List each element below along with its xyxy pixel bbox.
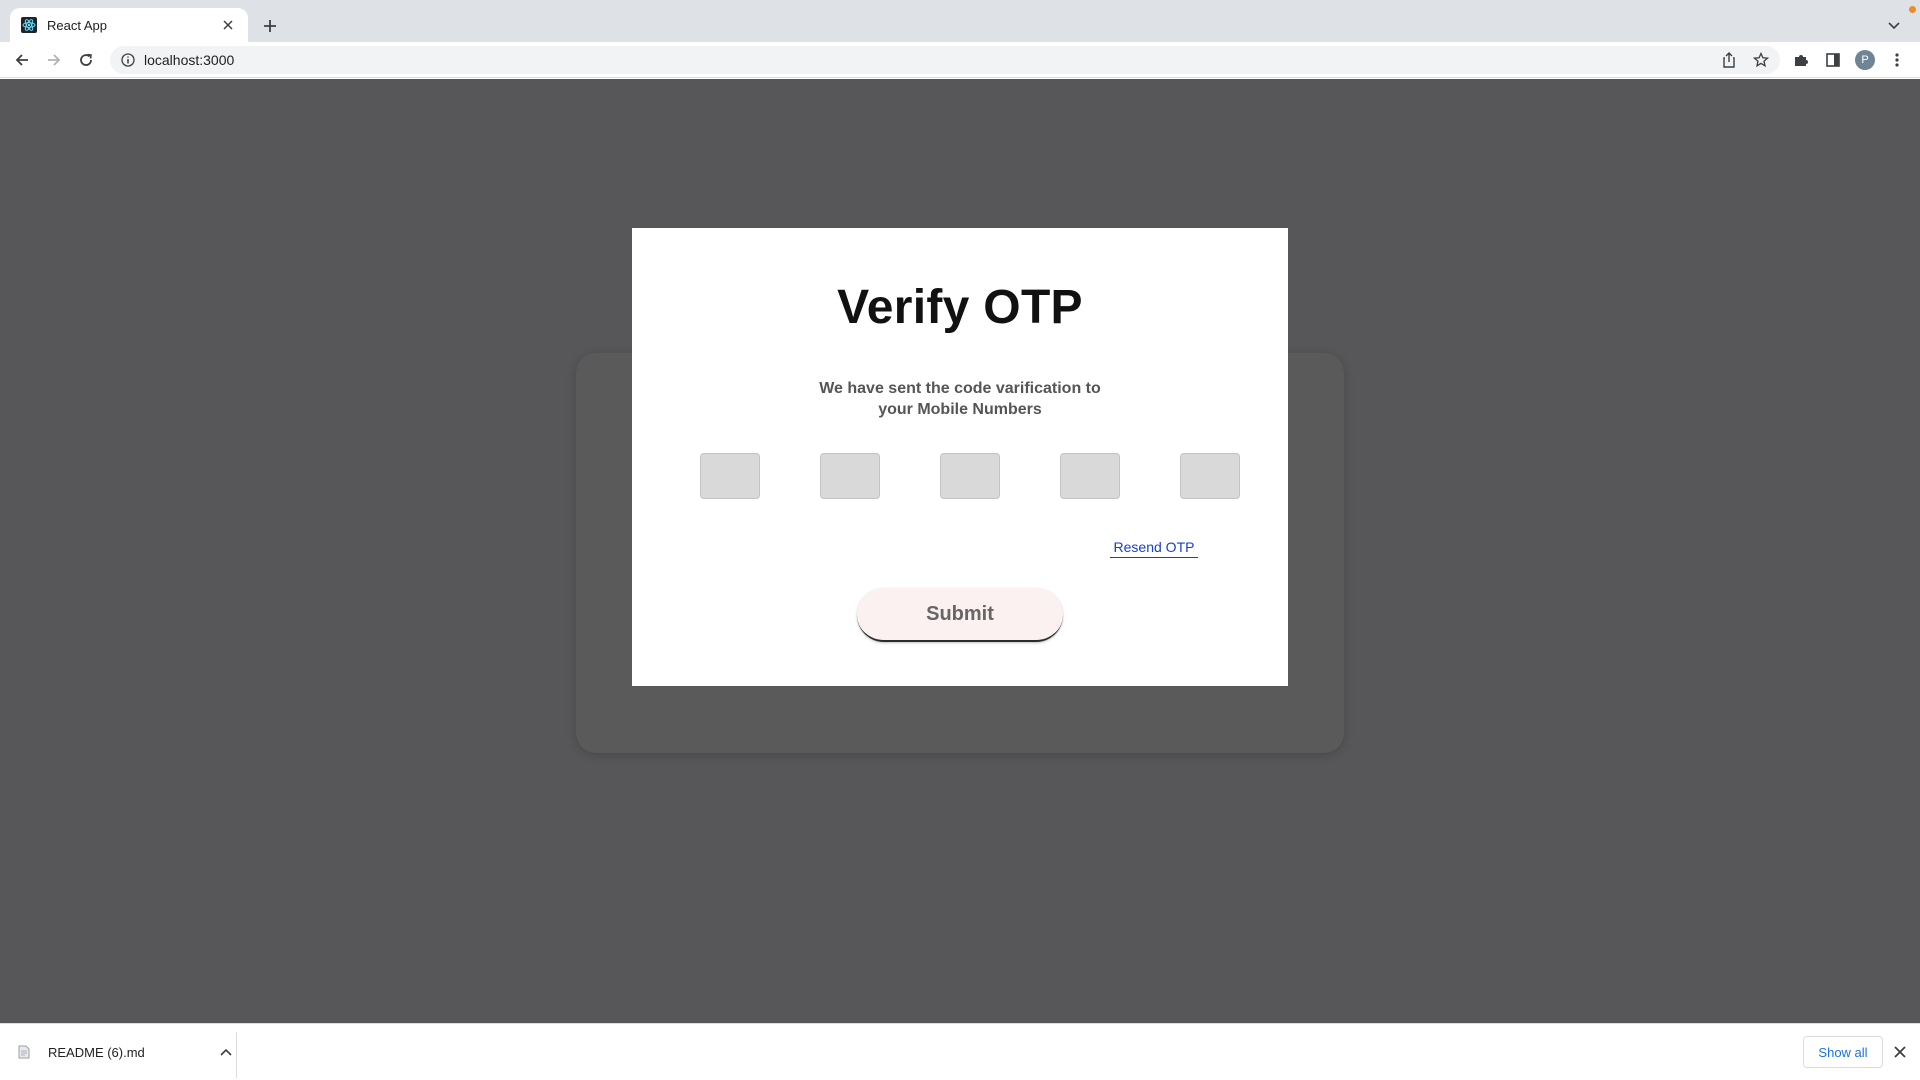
otp-instructions: We have sent the code varification to yo… xyxy=(810,378,1110,420)
download-file-name: README (6).md xyxy=(48,1044,145,1060)
close-tab-icon[interactable] xyxy=(218,15,238,35)
download-bar: README (6).md Show all xyxy=(0,1023,1920,1080)
page-background: Verify OTP We have sent the code varific… xyxy=(0,79,1920,1023)
resend-otp-link[interactable]: Resend OTP xyxy=(1110,539,1198,558)
site-info-icon[interactable] xyxy=(118,50,138,70)
notification-dot xyxy=(1909,6,1916,13)
otp-digit-2[interactable] xyxy=(820,453,880,499)
submit-button[interactable]: Submit xyxy=(857,588,1063,642)
instructions-line-2: your Mobile Numbers xyxy=(878,401,1042,418)
file-icon xyxy=(16,1044,32,1060)
avatar-initial: P xyxy=(1855,50,1875,70)
download-item[interactable]: README (6).md xyxy=(16,1032,236,1072)
instructions-line-1: We have sent the code varification to xyxy=(819,380,1101,397)
share-icon[interactable] xyxy=(1458,46,1478,66)
page-title: Verify OTP xyxy=(837,281,1083,334)
browser-tab-strip: React App xyxy=(0,0,1920,42)
otp-digit-5[interactable] xyxy=(1180,453,1240,499)
profile-avatar[interactable]: P xyxy=(1851,46,1879,74)
url-text[interactable]: localhost:3000 xyxy=(144,52,1780,68)
address-bar[interactable]: localhost:3000 xyxy=(110,46,1780,74)
browser-menu-icon[interactable] xyxy=(1883,46,1911,74)
react-icon xyxy=(21,17,37,33)
reload-icon[interactable] xyxy=(72,46,100,74)
share-icon[interactable] xyxy=(1715,46,1743,74)
tab-title: React App xyxy=(47,17,107,33)
side-panel-icon[interactable] xyxy=(1819,46,1847,74)
otp-digit-3[interactable] xyxy=(940,453,1000,499)
bookmark-star-icon[interactable] xyxy=(1747,46,1775,74)
otp-digit-4[interactable] xyxy=(1060,453,1120,499)
verify-otp-modal: Verify OTP We have sent the code varific… xyxy=(632,228,1288,686)
back-arrow-icon[interactable] xyxy=(8,46,36,74)
forward-arrow-icon[interactable] xyxy=(40,46,68,74)
browser-tab[interactable]: React App xyxy=(10,8,248,42)
close-icon[interactable] xyxy=(1890,1042,1910,1062)
extensions-puzzle-icon[interactable] xyxy=(1787,46,1815,74)
otp-input-group xyxy=(700,453,1240,499)
otp-digit-1[interactable] xyxy=(700,453,760,499)
download-bar-divider xyxy=(236,1032,237,1078)
browser-toolbar: localhost:3000 P xyxy=(0,42,1920,78)
new-tab-icon[interactable] xyxy=(258,14,282,38)
tab-search-icon[interactable] xyxy=(1882,14,1906,38)
show-all-downloads-button[interactable]: Show all xyxy=(1803,1036,1883,1068)
chevron-up-icon[interactable] xyxy=(216,1042,236,1062)
